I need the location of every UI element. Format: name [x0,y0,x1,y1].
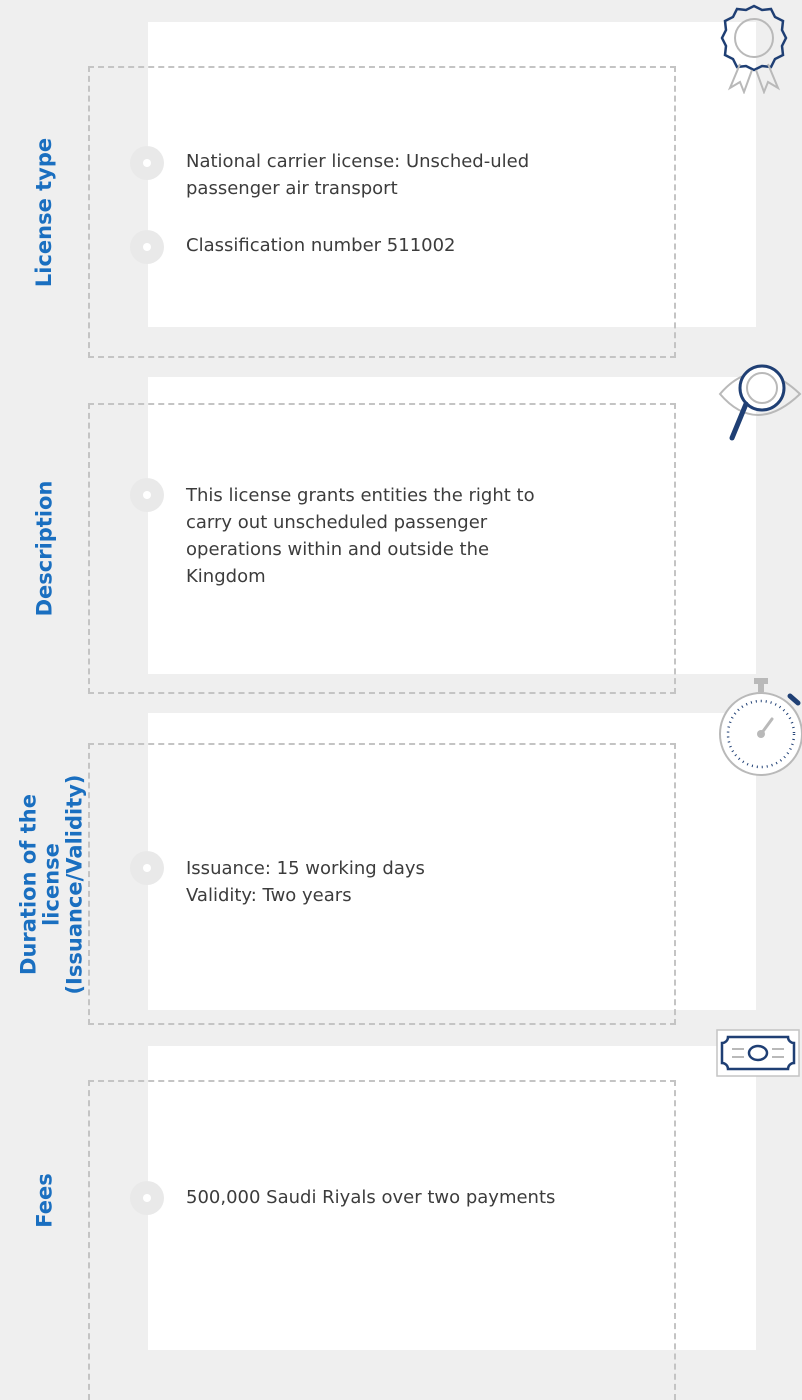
duration-heading-line-3: (Issuance/Validity) [62,773,87,995]
stopwatch-icon [719,678,802,776]
fees-heading: Fees [32,1164,57,1236]
bullet-icon [130,1181,164,1215]
duration-heading-line-2: license [39,842,64,926]
duration-heading: Duration of the license (Issuance/Validi… [16,765,87,1003]
description-heading: Description [33,472,57,625]
fees-text: 500,000 Saudi Riyals over two payments [186,1187,556,1208]
label-duration: Duration of the license (Issuance/Validi… [0,743,104,1025]
license-type-item-2: Classification number 511002 [186,235,456,256]
magnifier-eye-icon [718,364,802,441]
dashed-frame-fees [88,1080,676,1400]
award-badge-icon [720,4,788,94]
duration-heading-line-1: Duration of the [16,793,41,975]
dashed-frame-license-type [88,66,676,358]
bullet-icon [130,230,164,264]
duration-validity: Validity: Two years [186,885,352,906]
label-license-type: License type [0,66,90,358]
bullet-icon [130,478,164,512]
bullet-icon [130,146,164,180]
bullet-icon [130,851,164,885]
banknote-icon [716,1029,800,1077]
license-type-heading: License type [33,129,57,295]
duration-issuance: Issuance: 15 working days [186,858,425,879]
description-text: This license grants entities the right t… [186,485,535,587]
label-fees: Fees [0,1080,90,1320]
license-type-item-1: National carrier license: Unsched-uled p… [186,151,530,199]
label-description: Description [0,403,90,694]
